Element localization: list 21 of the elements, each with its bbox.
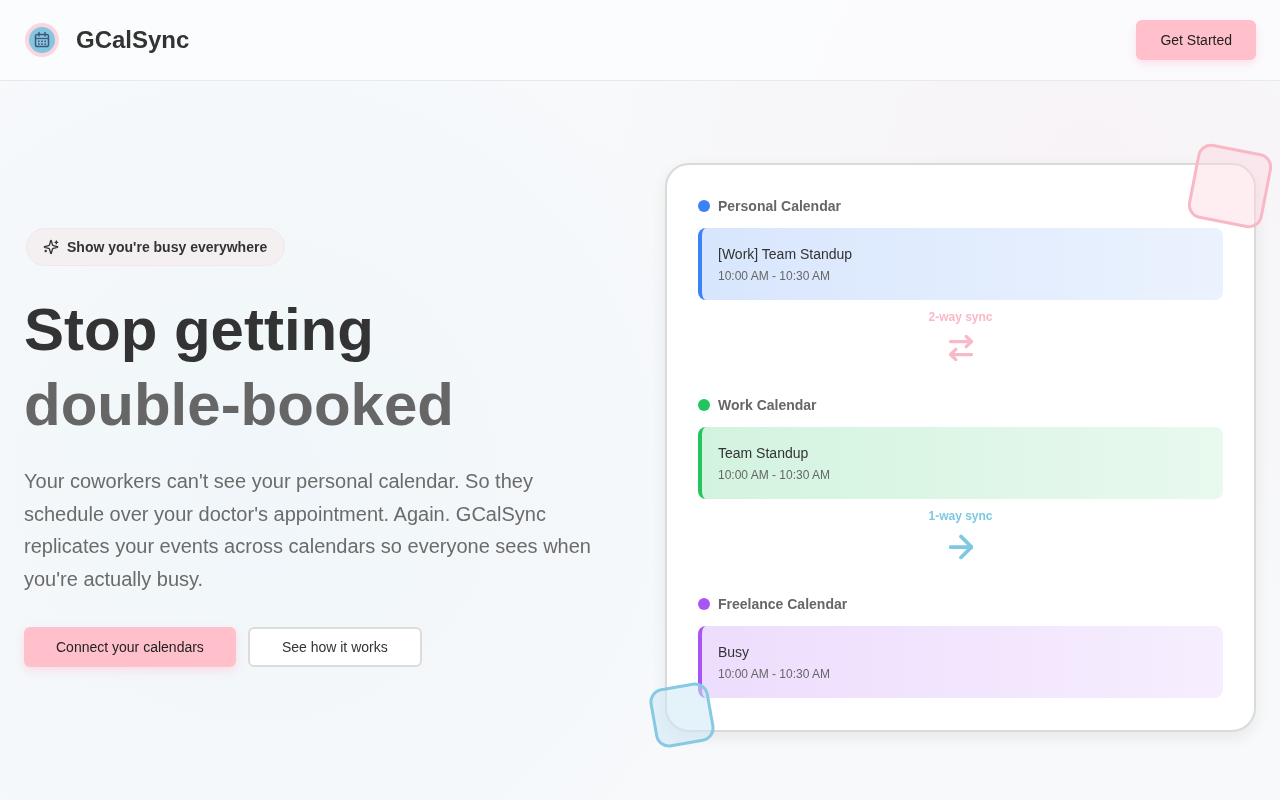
- brand-name: GCalSync: [76, 26, 190, 54]
- sync-label: 1-way sync: [928, 508, 993, 524]
- connect-calendars-button[interactable]: Connect your calendars: [24, 627, 236, 667]
- sync-label: 2-way sync: [928, 309, 993, 325]
- hero-description: Your coworkers can't see your personal calendar. So they schedule over your doctor's appointment. Again. GCalSync replicates your events across calendars so everyone sees when you're actually busy.: [24, 469, 592, 592]
- calendar-name: Work Calendar: [718, 397, 817, 413]
- calendar-name: Freelance Calendar: [718, 596, 848, 612]
- badge-text: Show you're busy everywhere: [67, 239, 268, 255]
- event-title: [Work] Team Standup: [718, 245, 854, 264]
- event-time: 10:00 AM - 10:30 AM: [718, 666, 832, 682]
- get-started-button[interactable]: Get Started: [1136, 20, 1256, 60]
- calendar-logo-icon: [24, 22, 60, 58]
- headline: Stop getting: [24, 295, 374, 365]
- headline: double-booked: [24, 370, 454, 440]
- event-title: Team Standup: [718, 444, 810, 463]
- event-title: Busy: [718, 643, 751, 662]
- sparkles-icon: [43, 239, 59, 255]
- see-how-it-works-button[interactable]: See how it works: [247, 627, 422, 667]
- event-time: 10:00 AM - 10:30 AM: [718, 268, 832, 284]
- event-time: 10:00 AM - 10:30 AM: [718, 467, 832, 483]
- calendar-name: Personal Calendar: [718, 198, 841, 214]
